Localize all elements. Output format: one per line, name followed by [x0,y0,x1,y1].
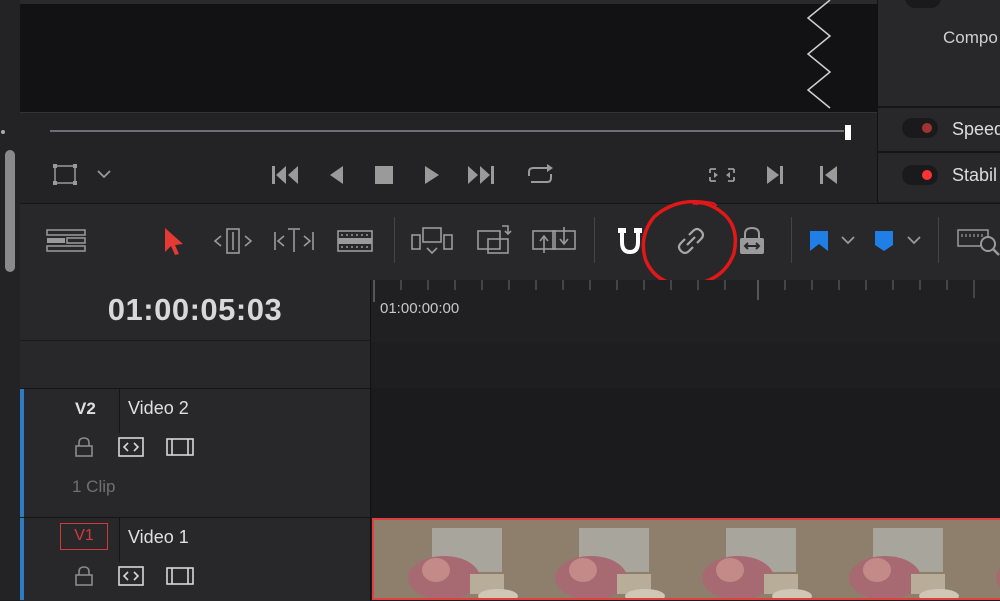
auto-select-icon[interactable] [118,566,144,586]
selection-tool-icon[interactable] [163,226,185,256]
audio-waveform-zigzag [806,0,832,109]
composite-toggle[interactable] [905,0,941,8]
stabilization-toggle[interactable] [902,165,938,185]
lock-track-icon[interactable] [74,436,94,458]
track-id-v2: V2 [75,399,96,418]
clip-thumbnail [815,520,962,598]
stop-icon[interactable] [373,164,395,186]
match-frame-icon[interactable] [706,164,738,186]
video-clip-v1[interactable] [372,518,1000,600]
play-reverse-icon[interactable] [327,164,347,186]
overwrite-clip-icon[interactable] [474,223,514,257]
position-lock-icon[interactable] [738,226,766,256]
viewer-scrubber-handle[interactable] [844,124,852,141]
go-to-start-icon[interactable] [270,163,302,187]
timeline-timecode[interactable]: 01:00:05:03 [20,292,370,328]
timeline-empty-area[interactable] [371,342,1000,388]
viewer-top-border [20,0,877,4]
transform-overlay-icon[interactable] [52,163,80,187]
ruler-start-timecode: 01:00:00:00 [380,300,460,317]
toolbar-separator [394,217,395,263]
inspector-separator [878,151,1000,153]
track-id-column-v2 [24,389,120,433]
left-panel-strip [0,0,20,600]
stabilization-toggle-dot [922,170,932,180]
next-edit-icon[interactable] [763,164,787,186]
lock-track-icon[interactable] [74,565,94,587]
speed-change-toggle[interactable] [902,118,938,138]
toolbar-separator [594,217,595,263]
flag-icon[interactable] [808,229,830,253]
previous-edit-icon[interactable] [817,164,841,186]
clip-thumbnail [374,520,521,598]
insert-clip-icon[interactable] [410,225,454,257]
chevron-down-icon[interactable] [840,234,856,246]
timeline-header-separator [20,340,370,341]
auto-select-icon[interactable] [118,437,144,457]
chevron-down-icon[interactable] [906,234,922,246]
viewer-scrubber-track[interactable] [50,130,847,132]
trim-edit-icon[interactable] [211,226,255,256]
speed-toggle-dot [922,123,932,133]
dynamic-trim-icon[interactable] [273,224,315,256]
clip-thumbnail [521,520,668,598]
track-name-v2[interactable]: Video 2 [128,398,189,419]
inspector-separator [878,106,1000,108]
replace-clip-icon[interactable] [531,223,577,259]
chevron-down-icon[interactable] [96,168,112,180]
blade-tool-icon[interactable] [336,229,374,253]
panel-handle-dot [1,130,5,134]
marker-icon[interactable] [873,229,895,253]
ruler-ticks [373,280,975,302]
timeline-view-options-icon[interactable] [46,228,86,254]
loop-icon[interactable] [523,162,557,188]
disable-video-track-icon[interactable] [166,438,194,456]
viewer-canvas [20,0,877,112]
toolbar-separator [791,217,792,263]
toolbar-separator [938,217,939,263]
track-name-v1[interactable]: Video 1 [128,527,189,548]
disable-video-track-icon[interactable] [166,567,194,585]
zoom-icon[interactable] [956,226,1000,256]
track-clip-count: 1 Clip [72,477,116,496]
left-scrollbar[interactable] [5,150,15,272]
clip-thumbnail [668,520,815,598]
composite-label: Compo [943,28,998,47]
viewer-controls-bar [20,112,877,203]
play-icon[interactable] [422,164,442,186]
clip-thumbnail [962,520,1000,598]
stabilization-label: Stabil [952,165,998,185]
track-id-v1-destination[interactable]: V1 [60,523,108,550]
go-to-end-icon[interactable] [465,163,497,187]
speed-change-label: Speed [952,119,1000,139]
